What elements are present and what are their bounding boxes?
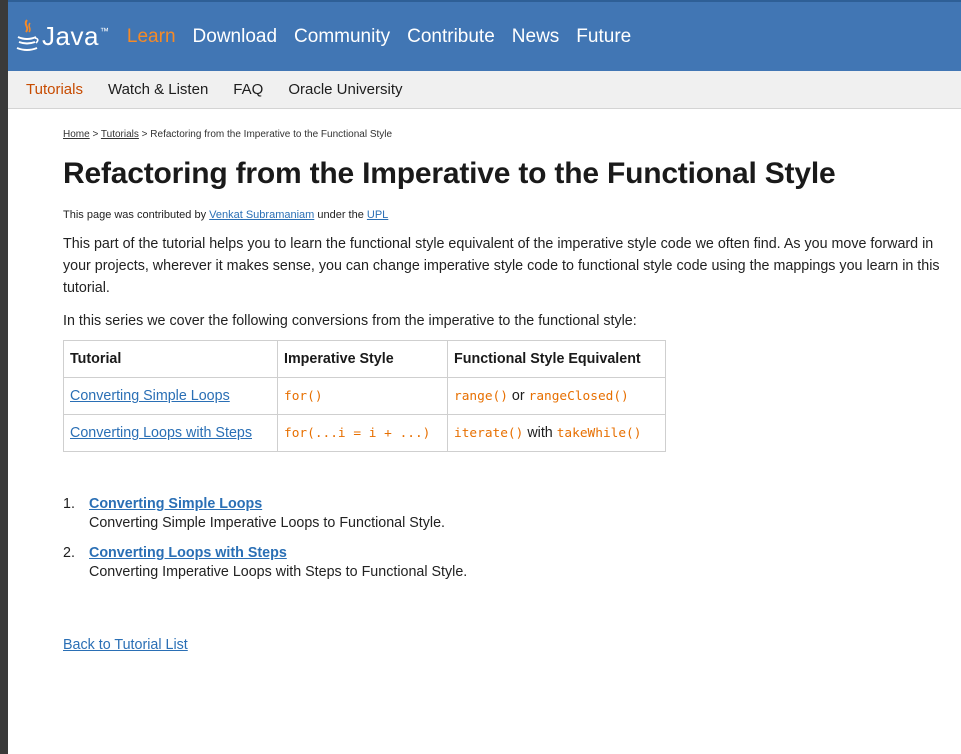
logo-wordmark: Java xyxy=(42,21,99,51)
intro-paragraph: This part of the tutorial helps you to l… xyxy=(63,236,940,296)
subnav-item-oracle-university[interactable]: Oracle University xyxy=(288,81,402,98)
nav-item-contribute[interactable]: Contribute xyxy=(407,26,495,48)
nav-item-community[interactable]: Community xyxy=(294,26,390,48)
functional-joiner: with xyxy=(523,425,557,442)
list-description: Converting Imperative Loops with Steps t… xyxy=(89,564,468,581)
tutorial-link-loops-with-steps[interactable]: Converting Loops with Steps xyxy=(70,425,252,441)
table-header-row: Tutorial Imperative Style Functional Sty… xyxy=(63,340,666,379)
breadcrumb: Home > Tutorials > Refactoring from the … xyxy=(63,129,951,140)
functional-code: range() xyxy=(454,389,508,405)
functional-code: rangeClosed() xyxy=(528,389,629,405)
logo-trademark: ™ xyxy=(99,26,109,36)
table-cell-imperative: for() xyxy=(277,377,448,416)
back-to-tutorial-list-link[interactable]: Back to Tutorial List xyxy=(63,637,188,653)
subnav-item-faq[interactable]: FAQ xyxy=(233,81,263,98)
column-header-imperative: Imperative Style xyxy=(277,340,448,379)
breadcrumb-separator: > xyxy=(89,129,101,140)
nav-item-news[interactable]: News xyxy=(512,26,560,48)
functional-joiner: or xyxy=(507,388,529,405)
list-description: Converting Simple Imperative Loops to Fu… xyxy=(89,515,446,532)
list-item: 1. Converting Simple Loops Converting Sim… xyxy=(63,496,951,531)
functional-code: takeWhile() xyxy=(556,426,642,442)
nav-item-learn[interactable]: Learn xyxy=(127,26,176,48)
table-cell-imperative: for(...i = i + ...) xyxy=(277,414,448,453)
license-link[interactable]: UPL xyxy=(367,209,388,221)
imperative-code: for(...i = i + ...) xyxy=(284,426,431,442)
breadcrumb-separator: > xyxy=(138,129,151,140)
java-cup-icon xyxy=(16,18,39,51)
contribution-middle: under the xyxy=(314,209,367,221)
table-cell-functional: range() or rangeClosed() xyxy=(447,377,666,416)
list-number: 1. xyxy=(63,496,75,513)
conversion-table: Tutorial Imperative Style Functional Sty… xyxy=(63,340,666,453)
column-header-tutorial: Tutorial xyxy=(63,340,278,379)
nav-item-future[interactable]: Future xyxy=(576,26,631,48)
list-link-simple-loops[interactable]: Converting Simple Loops xyxy=(89,496,262,512)
browser-page: Java ™ Learn Download Community Contribu… xyxy=(8,0,961,754)
main-content: Home > Tutorials > Refactoring from the … xyxy=(8,129,961,654)
tutorial-list: 1. Converting Simple Loops Converting Sim… xyxy=(63,496,951,580)
contribution-note: This page was contributed by Venkat Subr… xyxy=(63,209,951,221)
page-title: Refactoring from the Imperative to the F… xyxy=(63,157,836,190)
table-row: Converting Loops with Steps for(...i = i… xyxy=(63,414,666,453)
list-link-loops-with-steps[interactable]: Converting Loops with Steps xyxy=(89,545,287,561)
list-number: 2. xyxy=(63,545,75,562)
author-link[interactable]: Venkat Subramaniam xyxy=(209,209,314,221)
table-row: Converting Simple Loops for() range() or… xyxy=(63,377,666,416)
subnav-item-tutorials[interactable]: Tutorials xyxy=(26,81,83,98)
contribution-prefix: This page was contributed by xyxy=(63,209,210,221)
functional-code: iterate() xyxy=(454,426,524,442)
tutorial-link-simple-loops[interactable]: Converting Simple Loops xyxy=(70,388,230,404)
list-item: 2. Converting Loops with Steps Converting… xyxy=(63,545,951,580)
column-header-functional: Functional Style Equivalent xyxy=(447,340,666,379)
imperative-code: for() xyxy=(284,389,323,405)
breadcrumb-home-link[interactable]: Home xyxy=(63,129,90,140)
breadcrumb-tutorials-link[interactable]: Tutorials xyxy=(101,129,139,140)
top-navigation-bar: Java ™ Learn Download Community Contribu… xyxy=(8,0,961,71)
sub-navigation-bar: Tutorials Watch & Listen FAQ Oracle Univ… xyxy=(8,71,961,109)
table-cell-tutorial: Converting Simple Loops xyxy=(63,377,278,416)
table-cell-functional: iterate() with takeWhile() xyxy=(447,414,666,453)
breadcrumb-current: Refactoring from the Imperative to the F… xyxy=(150,129,393,140)
series-intro: In this series we cover the following co… xyxy=(63,313,637,330)
table-cell-tutorial: Converting Loops with Steps xyxy=(63,414,278,453)
main-nav: Learn Download Community Contribute News… xyxy=(127,26,648,48)
nav-item-download[interactable]: Download xyxy=(193,26,278,48)
java-logo[interactable]: Java ™ xyxy=(14,1,109,72)
subnav-item-watch-listen[interactable]: Watch & Listen xyxy=(108,81,208,98)
